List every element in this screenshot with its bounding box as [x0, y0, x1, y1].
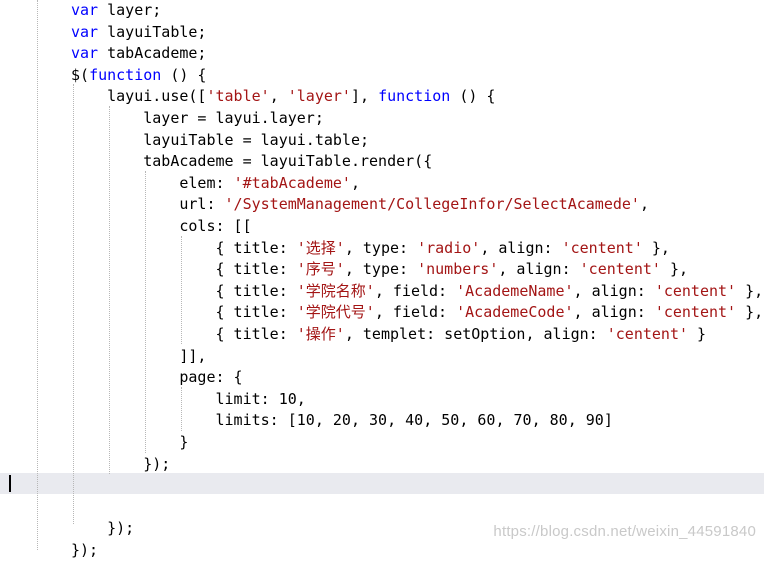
code-token: layer; [98, 1, 162, 19]
code-line: var layer; [71, 0, 161, 22]
string-token: '学院名称' [296, 281, 375, 300]
keyword-token: var [71, 44, 99, 63]
code-line: url: '/SystemManagement/CollegeInfor/Sel… [71, 194, 649, 216]
code-line: }); [71, 518, 134, 540]
code-token: }, [660, 260, 689, 279]
string-token: 'centent' [654, 303, 737, 322]
code-token: elem: [71, 173, 234, 192]
string-token: 'numbers' [417, 260, 499, 279]
code-token: } [688, 325, 707, 343]
code-line: limit: 10, [71, 389, 306, 411]
code-line: { title: '操作', templet: setOption, align… [71, 324, 706, 346]
code-token: $( [71, 65, 90, 84]
code-token: { title: [71, 281, 297, 300]
code-token: { title: [71, 325, 297, 343]
code-line: var layuiTable; [71, 22, 206, 44]
code-token: }); [71, 454, 171, 473]
text-caret [9, 475, 11, 492]
code-line: layuiTable = layui.table; [71, 130, 369, 152]
code-token: url: [71, 195, 225, 214]
keyword-token: var [71, 22, 99, 41]
code-token: }, [642, 238, 670, 257]
code-token: , templet: setOption, align: [344, 325, 607, 343]
code-token: , align: [480, 238, 562, 257]
code-token: cols: [[ [71, 217, 252, 235]
string-token: '序号' [296, 260, 345, 279]
keyword-token: function [378, 87, 451, 106]
string-token: '#tabAcademe' [233, 173, 351, 192]
code-token: limit: 10, [71, 389, 306, 408]
code-editor[interactable]: var layer; var layuiTable; var tabAcademe;… [0, 0, 764, 559]
string-token: '学院代号' [296, 303, 375, 322]
code-token: }); [71, 519, 135, 538]
code-token: limits: [10, 20, 30, 40, 50, 60, 70, 80,… [71, 411, 613, 430]
keyword-token: var [71, 1, 99, 19]
string-token: 'AcademeName' [456, 281, 574, 300]
code-line: { title: '选择', type: 'radio', align: 'ce… [71, 238, 670, 260]
indent-guide [37, 0, 38, 550]
string-token: '选择' [296, 238, 345, 257]
code-token: , align: [573, 303, 655, 322]
code-token: , type: [344, 238, 418, 257]
code-token: } [71, 433, 189, 451]
string-token: 'AcademeCode' [456, 303, 574, 322]
code-token: layui.use([ [71, 87, 207, 106]
code-token: page: { [71, 368, 243, 387]
watermark: https://blog.csdn.net/weixin_44591840 [493, 523, 756, 540]
string-token: '操作' [296, 325, 345, 343]
code-token: { title: [71, 238, 297, 257]
string-token: 'centent' [579, 260, 661, 279]
code-line: limits: [10, 20, 30, 40, 50, 60, 70, 80,… [71, 410, 613, 432]
code-line: tabAcademe = layuiTable.render({ [71, 151, 432, 173]
code-line: { title: '学院名称', field: 'AcademeName', a… [71, 281, 763, 303]
code-line: { title: '学院代号', field: 'AcademeCode', a… [71, 302, 763, 324]
code-token: () { [450, 87, 496, 106]
string-token: '/SystemManagement/CollegeInfor/SelectAc… [224, 195, 640, 214]
code-token: , [269, 87, 288, 106]
code-token: tabAcademe = layuiTable.render({ [71, 152, 433, 171]
code-token: layer = layui.layer; [71, 109, 324, 127]
code-line: } [71, 432, 188, 454]
current-line-highlight [0, 473, 764, 494]
code-token: , field: [374, 281, 457, 300]
code-token: layuiTable = layui.table; [71, 130, 370, 149]
code-token: , [639, 195, 649, 214]
code-token: ]], [71, 346, 207, 365]
code-line: layer = layui.layer; [71, 108, 324, 130]
string-token: 'centent' [606, 325, 689, 343]
code-token: , type: [344, 260, 418, 279]
string-token: 'radio' [417, 238, 481, 257]
code-line: elem: '#tabAcademe', [71, 173, 360, 195]
code-token: }, [736, 303, 764, 322]
code-token: { title: [71, 260, 297, 279]
code-line: var tabAcademe; [71, 43, 206, 65]
code-line: }); [71, 454, 170, 476]
code-line: ]], [71, 346, 206, 368]
keyword-token: function [89, 65, 162, 84]
code-line: cols: [[ [71, 216, 252, 238]
code-line: { title: '序号', type: 'numbers', align: '… [71, 259, 688, 281]
code-token: , [350, 173, 360, 192]
code-line: $(function () { [71, 65, 206, 87]
string-token: 'table' [206, 87, 270, 106]
code-line: }); [71, 540, 98, 562]
code-token: , align: [573, 281, 655, 300]
string-token: 'layer' [287, 87, 351, 106]
string-token: 'centent' [654, 281, 737, 300]
code-token: { title: [71, 303, 297, 322]
code-token: layuiTable; [98, 22, 207, 41]
code-token: tabAcademe; [98, 44, 207, 63]
code-token: , field: [374, 303, 457, 322]
code-token: ], [350, 87, 379, 106]
code-token: , align: [498, 260, 580, 279]
string-token: 'centent' [561, 238, 643, 257]
code-token: }); [71, 541, 99, 559]
code-token: () { [161, 65, 207, 84]
code-line: page: { [71, 367, 243, 389]
code-line: layui.use(['table', 'layer'], function (… [71, 86, 495, 108]
code-token: }, [736, 281, 764, 300]
